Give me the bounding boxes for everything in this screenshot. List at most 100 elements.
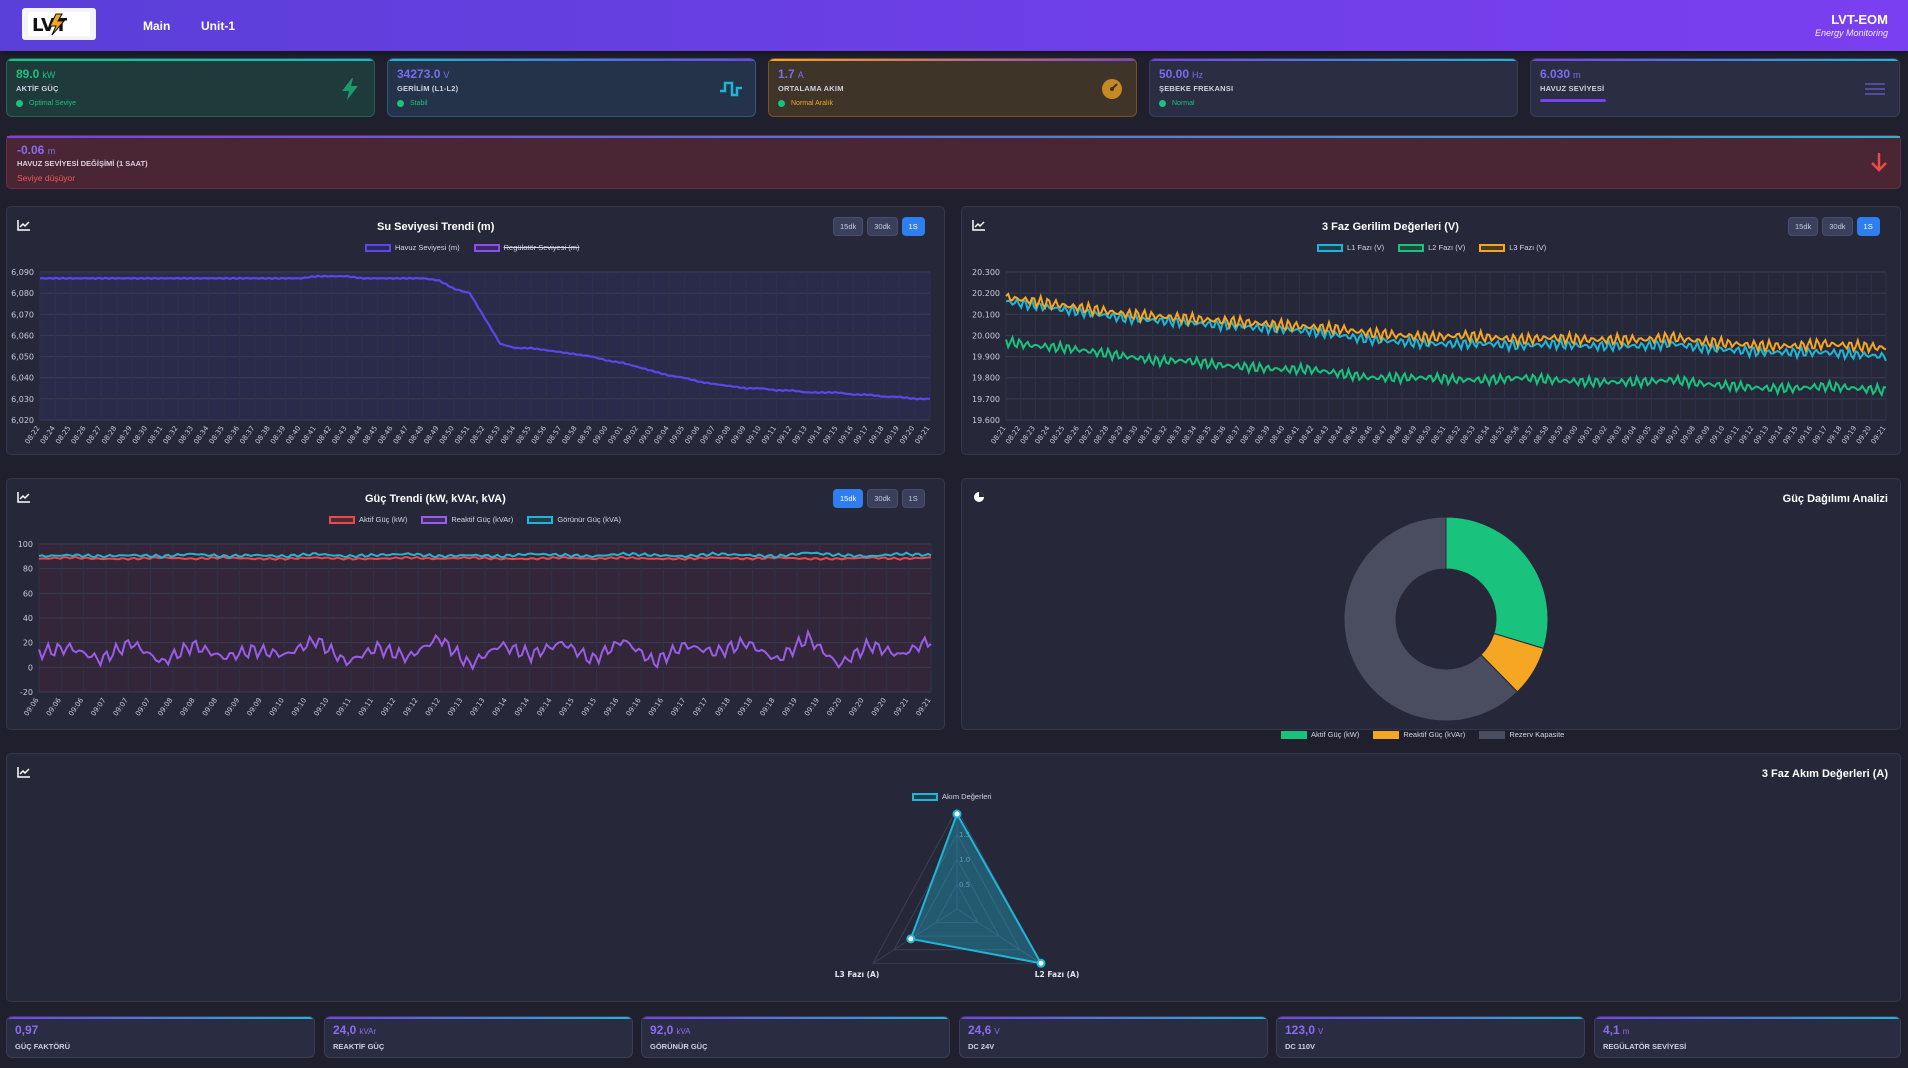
x-tick-label: 09:01 bbox=[607, 425, 625, 446]
x-tick-label: 09:18 bbox=[758, 697, 776, 718]
x-tick-label: 08:28 bbox=[100, 425, 118, 446]
x-tick-label: 09:20 bbox=[870, 697, 888, 718]
radar-category-label: L2 Fazı (A) bbox=[1035, 970, 1080, 979]
x-tick-label: 09:10 bbox=[312, 697, 330, 718]
legend-item[interactable]: L1 Fazı (V) bbox=[1317, 243, 1384, 252]
kpi-label: ŞEBEKE FREKANSI bbox=[1159, 84, 1234, 93]
x-tick-label: 09:15 bbox=[580, 697, 598, 718]
app-logo[interactable]: LVT bbox=[22, 8, 96, 40]
y-tick-label: 20.300 bbox=[972, 268, 1000, 277]
time-range-buttons: 15dk 30dk 1S bbox=[833, 489, 925, 508]
btn-30dk[interactable]: 30dk bbox=[1822, 217, 1853, 236]
x-tick-label: 08:41 bbox=[300, 425, 318, 446]
x-tick-label: 08:45 bbox=[361, 425, 379, 446]
legend-item[interactable]: Aktif Güç (kW) bbox=[1281, 730, 1359, 739]
x-tick-label: 09:10 bbox=[745, 425, 763, 446]
legend-item[interactable]: Regülatör Seviyesi (m) bbox=[473, 243, 579, 252]
panel-title: Su Seviyesi Trendi (m) bbox=[377, 221, 495, 233]
y-tick-label: 6,030 bbox=[11, 395, 34, 404]
y-tick-label: 20.000 bbox=[972, 331, 1000, 340]
x-tick-label: 08:37 bbox=[238, 425, 256, 446]
x-tick-label: 09:02 bbox=[622, 425, 640, 446]
x-tick-label: 08:32 bbox=[162, 425, 180, 446]
brand-title: LVT-EOM bbox=[1831, 12, 1888, 27]
waveform-icon bbox=[720, 81, 742, 97]
x-tick-label: 09:08 bbox=[714, 425, 732, 446]
x-tick-label: 09:09 bbox=[729, 425, 747, 446]
x-tick-label: 09:06 bbox=[23, 696, 41, 718]
legend-item[interactable]: Reaktif Güç (kVAr) bbox=[1373, 730, 1465, 739]
x-tick-label: 08:31 bbox=[146, 425, 164, 446]
x-tick-label: 09:20 bbox=[825, 697, 843, 718]
x-tick-label: 09:11 bbox=[335, 697, 353, 718]
y-tick-label: 6,050 bbox=[11, 353, 34, 362]
x-tick-label: 09:12 bbox=[402, 697, 420, 718]
legend-item[interactable]: Aktif Güç (kW) bbox=[329, 515, 407, 524]
kpi-label: ORTALAMA AKIM bbox=[778, 84, 844, 93]
chart-line-icon bbox=[17, 767, 30, 778]
kpi-status: Normal Aralık bbox=[778, 100, 833, 107]
kpi-voltage: 34273.0 V GERİLİM (L1-L2) Stabil bbox=[387, 58, 756, 117]
x-tick-label: 09:16 bbox=[602, 696, 620, 718]
legend-item[interactable]: L3 Fazı (V) bbox=[1479, 243, 1546, 252]
x-tick-label: 09:21 bbox=[1870, 425, 1888, 446]
y-tick-label: 19.700 bbox=[972, 395, 1000, 404]
x-tick-label: 09:00 bbox=[591, 425, 609, 446]
x-tick-label: 09:03 bbox=[637, 425, 655, 446]
y-tick-label: 19.600 bbox=[972, 416, 1000, 425]
water-lines-icon bbox=[1865, 83, 1885, 95]
y-tick-label: 40 bbox=[23, 614, 33, 623]
kpi-value: 89.0 kW bbox=[16, 67, 56, 81]
nav-unit-1[interactable]: Unit-1 bbox=[201, 19, 235, 33]
legend-item[interactable]: Görünür Güç (kVA) bbox=[527, 515, 621, 524]
btn-30dk[interactable]: 30dk bbox=[867, 489, 898, 508]
x-tick-label: 08:52 bbox=[469, 425, 487, 446]
legend-item[interactable]: L2 Fazı (V) bbox=[1398, 243, 1465, 252]
x-tick-label: 09:14 bbox=[535, 696, 553, 718]
y-tick-label: 6,090 bbox=[11, 268, 34, 277]
voltage-chart: 20.300 20.200 20.100 20.000 19.900 19.800 19.7… bbox=[972, 268, 1888, 446]
x-tick-label: 09:17 bbox=[669, 697, 687, 718]
btn-30dk[interactable]: 30dk bbox=[867, 217, 898, 236]
btn-15dk[interactable]: 15dk bbox=[833, 489, 864, 508]
x-tick-label: 09:12 bbox=[775, 425, 793, 446]
legend-item[interactable]: Reaktif Güç (kVAr) bbox=[421, 515, 513, 524]
legend-item[interactable]: Havuz Seviyesi (m) bbox=[365, 243, 460, 252]
x-tick-label: 09:18 bbox=[714, 697, 732, 718]
x-tick-label: 08:22 bbox=[24, 425, 42, 446]
x-tick-label: 08:51 bbox=[453, 425, 471, 446]
x-tick-label: 09:15 bbox=[821, 425, 839, 446]
x-tick-label: 09:10 bbox=[268, 697, 286, 718]
legend-item[interactable]: Akım Değerleri bbox=[912, 792, 992, 801]
x-tick-label: 09:13 bbox=[469, 697, 487, 718]
y-tick-label: 6,060 bbox=[11, 331, 34, 340]
kpi-grid-frequency: 50.00 Hz ŞEBEKE FREKANSI Normal bbox=[1149, 58, 1518, 117]
legend-item[interactable]: Rezerv Kapasite bbox=[1479, 730, 1564, 739]
btn-15dk[interactable]: 15dk bbox=[833, 217, 864, 236]
kpi-label: HAVUZ SEVİYESİ bbox=[1540, 84, 1605, 93]
x-tick-label: 09:12 bbox=[379, 697, 397, 718]
x-tick-label: 08:43 bbox=[330, 425, 348, 446]
kpi-value: 6.030 m bbox=[1540, 67, 1581, 81]
x-tick-label: 08:53 bbox=[484, 425, 502, 446]
top-header: LVT Main Unit-1 LVT-EOM Energy Monitorin… bbox=[0, 0, 1908, 51]
y-tick-label: 19.900 bbox=[972, 353, 1000, 362]
chart-line-icon bbox=[17, 220, 30, 231]
btn-15dk[interactable]: 15dk bbox=[1788, 217, 1819, 236]
alert-status: Seviye düşüyor bbox=[17, 173, 76, 183]
nav-main[interactable]: Main bbox=[143, 19, 170, 33]
btn-1s[interactable]: 1S bbox=[901, 217, 925, 236]
btn-1s[interactable]: 1S bbox=[1856, 217, 1880, 236]
x-tick-label: 09:21 bbox=[914, 425, 932, 446]
btn-1s[interactable]: 1S bbox=[901, 489, 925, 508]
x-tick-label: 09:21 bbox=[915, 697, 933, 718]
x-tick-label: 09:07 bbox=[89, 697, 107, 718]
power-distribution-chart bbox=[1343, 516, 1549, 722]
y-tick-label: 0 bbox=[28, 663, 33, 672]
y-tick-label: 20.100 bbox=[972, 310, 1000, 319]
panel-title: Güç Dağılımı Analizi bbox=[1782, 493, 1888, 505]
y-tick-label: 6,040 bbox=[11, 374, 34, 383]
x-tick-label: 09:06 bbox=[45, 696, 63, 718]
x-tick-label: 09:19 bbox=[883, 425, 901, 446]
x-tick-label: 09:08 bbox=[156, 697, 174, 718]
